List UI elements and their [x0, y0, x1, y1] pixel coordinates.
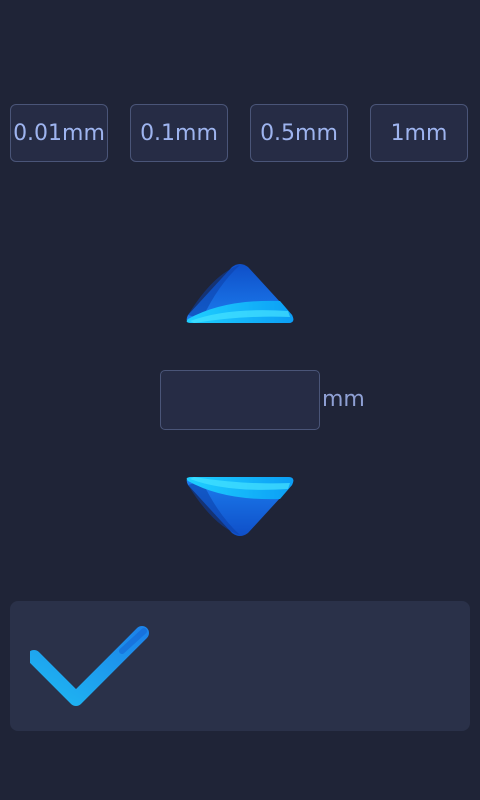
triangle-down-icon	[186, 477, 294, 536]
step-button-0-01mm[interactable]: 0.01mm	[10, 104, 108, 162]
checkmark-icon	[30, 626, 149, 706]
triangle-up-icon	[186, 264, 294, 323]
unit-label: mm	[322, 387, 365, 412]
distance-input[interactable]	[160, 370, 320, 430]
step-button-0-1mm[interactable]: 0.1mm	[130, 104, 228, 162]
move-up-button[interactable]	[184, 263, 296, 327]
step-button-0-5mm[interactable]: 0.5mm	[250, 104, 348, 162]
step-size-selector: 0.01mm 0.1mm 0.5mm 1mm	[10, 104, 470, 164]
step-button-1mm[interactable]: 1mm	[370, 104, 468, 162]
confirm-button[interactable]	[10, 601, 470, 731]
move-down-button[interactable]	[184, 473, 296, 537]
